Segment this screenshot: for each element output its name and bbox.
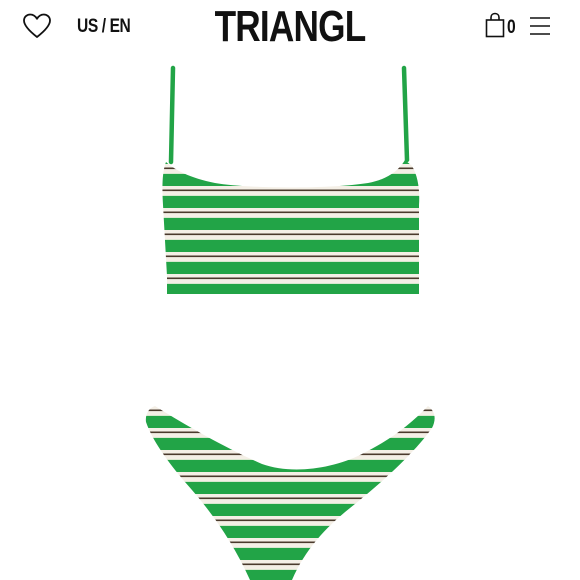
cart-count[interactable]: 0 — [507, 17, 516, 39]
shopping-bag-icon[interactable] — [485, 12, 505, 38]
bikini-image — [145, 65, 435, 580]
heart-icon[interactable] — [22, 12, 52, 40]
product-image[interactable] — [0, 56, 580, 580]
hamburger-menu-icon[interactable] — [529, 16, 551, 36]
brand-logo[interactable]: TRIANGL — [58, 2, 522, 52]
site-header: US / EN TRIANGL 0 — [0, 0, 580, 56]
